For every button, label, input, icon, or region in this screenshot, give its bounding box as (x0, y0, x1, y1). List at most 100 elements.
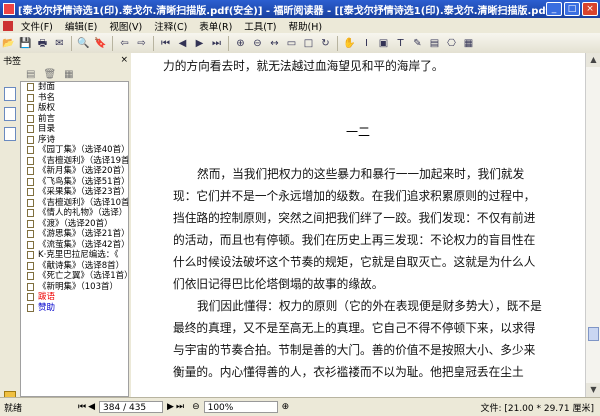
status-ready: 就绪 (4, 403, 23, 414)
bookmark-icon (27, 188, 34, 197)
bookmark-item[interactable]: K·克里巴拉尼编选：《 (21, 250, 128, 261)
rotate-icon[interactable]: ↻ (318, 36, 333, 51)
bookmark-item[interactable]: 《新明集》（103首） (21, 282, 128, 293)
bookmark-icon (27, 261, 34, 270)
bookmark-tree: 封面 书名 版权 前言 目录 序诗 《园丁集》（选译40首） 《吉檀迦利》（选译19首） 《新月… (20, 81, 129, 397)
highlight-icon[interactable]: ▤ (427, 36, 442, 51)
menu-help[interactable]: 帮助(H) (283, 19, 329, 33)
bookmark-item[interactable]: 封面 (21, 82, 128, 93)
bookmark-item[interactable]: 赞助 (21, 303, 128, 314)
menu-form[interactable]: 表单(R) (193, 19, 238, 33)
bookmark-item[interactable]: 《游思集》（选译21首） (21, 229, 128, 240)
zoom-out-icon[interactable]: ⊖ (250, 36, 265, 51)
text-line: 的活动，而且也有停顿。我们在历史上再三发现：不论权力的盲目性在 (173, 233, 536, 247)
pdf-icon[interactable]: ▦ (461, 36, 476, 51)
bookmark-item[interactable]: 《采果集》（选译23首） (21, 187, 128, 198)
bookmark-item[interactable]: 序诗 (21, 135, 128, 146)
menu-file[interactable]: 文件(F) (15, 19, 59, 33)
bookmark-label: 前言 (38, 113, 56, 124)
bookmark-item[interactable]: 《吉檀迦利》（选译10首） (21, 198, 128, 209)
toolbar-separator (337, 35, 338, 51)
search-icon[interactable]: 🔍 (76, 36, 91, 51)
menu-comment[interactable]: 注释(C) (148, 19, 193, 33)
layers-tab-icon[interactable] (4, 127, 16, 141)
bookmark-item[interactable]: 目录 (21, 124, 128, 135)
text-line: 衡量的。内心懂得善的人，衣衫褴褛而不以为耻。他把皇冠丢在尘土 (173, 365, 524, 379)
prev-page-button[interactable]: ◀ (88, 402, 95, 412)
bookmark-item[interactable]: 《流萤集》（选译42首） (21, 240, 128, 251)
bookmark-item[interactable]: 《吉檀迦利》（选译19首） (21, 156, 128, 167)
bookmarks-tab-icon[interactable] (4, 87, 16, 101)
toolbar-separator (153, 35, 154, 51)
bookmark-icon (27, 219, 34, 228)
bookmark-item[interactable]: 《园丁集》（选译40首） (21, 145, 128, 156)
menu-tools[interactable]: 工具(T) (238, 19, 282, 33)
bookmark-options-icon[interactable]: ▦ (64, 69, 73, 80)
select-text-icon[interactable]: I (359, 36, 374, 51)
zoom-field[interactable]: 100% (203, 401, 278, 413)
zoom-in-icon[interactable]: ⊕ (233, 36, 248, 51)
bookmark-label: 《采果集》（选译23首） (38, 187, 129, 197)
bookmark-label: K·克里巴拉尼编选：《 (38, 250, 119, 260)
prev-page-icon[interactable]: ◀ (175, 36, 190, 51)
stamp-icon[interactable]: ⎔ (444, 36, 459, 51)
email-icon[interactable]: ✉ (52, 36, 67, 51)
snapshot-icon[interactable]: ▣ (376, 36, 391, 51)
bookmark-icon[interactable]: 🔖 (93, 36, 108, 51)
note-icon[interactable]: ✎ (410, 36, 425, 51)
bookmark-item[interactable]: 《死亡之翼》（选译1首） (21, 271, 128, 282)
panel-close-button[interactable]: × (120, 55, 128, 65)
fit-width-icon[interactable]: ↔ (267, 36, 282, 51)
bookmark-item[interactable]: 《飞鸟集》（选译51首） (21, 177, 128, 188)
bookmark-label: 《新明集》（103首） (38, 281, 118, 292)
save-icon[interactable]: 💾 (18, 36, 33, 51)
bookmark-item[interactable]: 书名 (21, 93, 128, 104)
text-line: 我们因此懂得：权力的原则（它的外在表现便是财多势大），既不是 (197, 299, 542, 313)
text-line: 与宇宙的节奏合拍。节制是善的大门。善的价值不是按照大小、多少来 (173, 343, 536, 357)
delete-bookmark-icon[interactable]: 🗑 (43, 69, 56, 80)
new-bookmark-icon[interactable]: ▤ (26, 69, 35, 80)
bookmark-item[interactable]: 版权 (21, 103, 128, 114)
next-page-button[interactable]: ▶ (167, 402, 174, 412)
menu-edit[interactable]: 编辑(E) (59, 19, 103, 33)
pages-tab-icon[interactable] (4, 107, 16, 121)
back-icon[interactable]: ⇦ (117, 36, 132, 51)
status-bar: 就绪 ⏮ ◀ 384 / 435 ▶ ⏭ ⊖ 100% ⊕ 文件: [21.00… (0, 397, 600, 416)
text-line: 挡住路的控制原则，突然之间把我们绊了一跤。我们发现：不仅有前进 (173, 211, 536, 225)
text-line: 力的方向看去时，就无法越过血海望见和平的海岸了。 (163, 59, 444, 73)
bookmark-item[interactable]: 《献诗集》（选译8首） (21, 261, 128, 272)
zoom-out-icon[interactable]: ⊖ (192, 402, 200, 412)
next-page-icon[interactable]: ▶ (192, 36, 207, 51)
first-page-icon[interactable]: ⏮ (158, 36, 173, 51)
typewriter-icon[interactable]: T (393, 36, 408, 51)
open-icon[interactable]: 📂 (1, 36, 16, 51)
close-button[interactable]: × (582, 2, 598, 16)
print-icon[interactable]: 🖶 (35, 36, 50, 51)
text-line: 然而，当我们把权力的这些暴力和暴行一一加起来时，我们就发 (197, 167, 525, 181)
vertical-scrollbar[interactable]: ▲ ▼ (585, 53, 600, 397)
fit-page-icon[interactable]: ▭ (284, 36, 299, 51)
minimize-button[interactable]: _ (546, 2, 562, 16)
scroll-thumb[interactable] (588, 327, 599, 341)
bookmark-icon (27, 209, 34, 218)
last-page-icon[interactable]: ⏭ (209, 36, 224, 51)
last-page-button[interactable]: ⏭ (176, 402, 184, 412)
bookmark-item[interactable]: 《情人的礼物》（选译） (21, 208, 128, 219)
forward-icon[interactable]: ⇨ (134, 36, 149, 51)
bookmark-item[interactable]: 《新月集》（选译20首） (21, 166, 128, 177)
bookmark-item[interactable]: 跋语 (21, 292, 128, 303)
document-view[interactable]: 力的方向看去时，就无法越过血海望见和平的海岸了。 一二 然而，当我们把权力的这些… (131, 53, 585, 397)
text-line: 现：它们并不是一个永远增加的级数。在我们追求积累原则的过程中， (173, 189, 536, 203)
bookmark-label: 《游思集》（选译21首） (38, 229, 129, 239)
menu-view[interactable]: 视图(V) (103, 19, 148, 33)
maximize-button[interactable]: □ (564, 2, 580, 16)
bookmark-item[interactable]: 《渡》（选译20首） (21, 219, 128, 230)
first-page-button[interactable]: ⏮ (78, 402, 86, 412)
scroll-up-icon[interactable]: ▲ (586, 53, 600, 67)
hand-tool-icon[interactable]: ✋ (342, 36, 357, 51)
page-number-field[interactable]: 384 / 435 (99, 401, 164, 413)
actual-size-icon[interactable]: □ (301, 36, 316, 51)
scroll-down-icon[interactable]: ▼ (586, 383, 600, 397)
bookmark-item[interactable]: 前言 (21, 114, 128, 125)
zoom-in-icon[interactable]: ⊕ (282, 402, 290, 412)
